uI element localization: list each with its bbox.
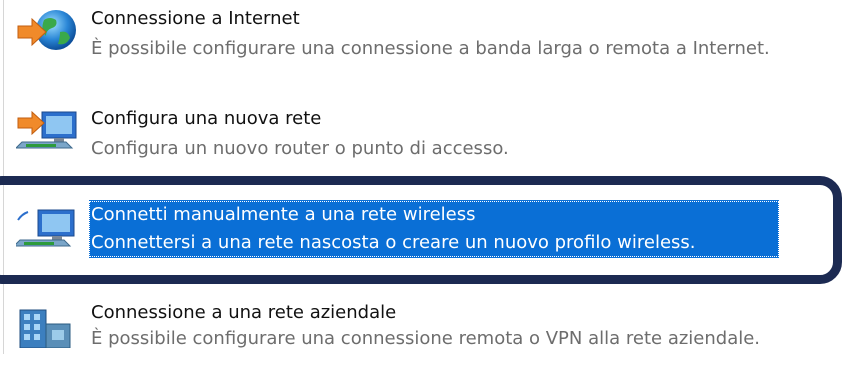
annotation-highlight-outline bbox=[0, 176, 842, 284]
option-description: È possibile configurare una connessione … bbox=[91, 328, 761, 349]
router-setup-icon bbox=[16, 110, 77, 149]
option-title: Connessione a Internet bbox=[91, 8, 300, 29]
option-internet-connection[interactable]: Connessione a Internet È possibile confi… bbox=[0, 0, 864, 70]
option-workplace-connection[interactable]: Connessione a una rete aziendale È possi… bbox=[0, 296, 864, 366]
option-setup-new-network[interactable]: Configura una nuova rete Configura un nu… bbox=[0, 100, 864, 170]
option-title: Configura una nuova rete bbox=[91, 108, 322, 129]
option-description: Configura un nuovo router o punto di acc… bbox=[91, 138, 509, 159]
option-title: Connessione a una rete aziendale bbox=[91, 302, 397, 323]
option-description: È possibile configurare una connessione … bbox=[91, 38, 770, 59]
globe-arrow-icon bbox=[17, 10, 76, 50]
workplace-building-icon bbox=[19, 309, 71, 348]
